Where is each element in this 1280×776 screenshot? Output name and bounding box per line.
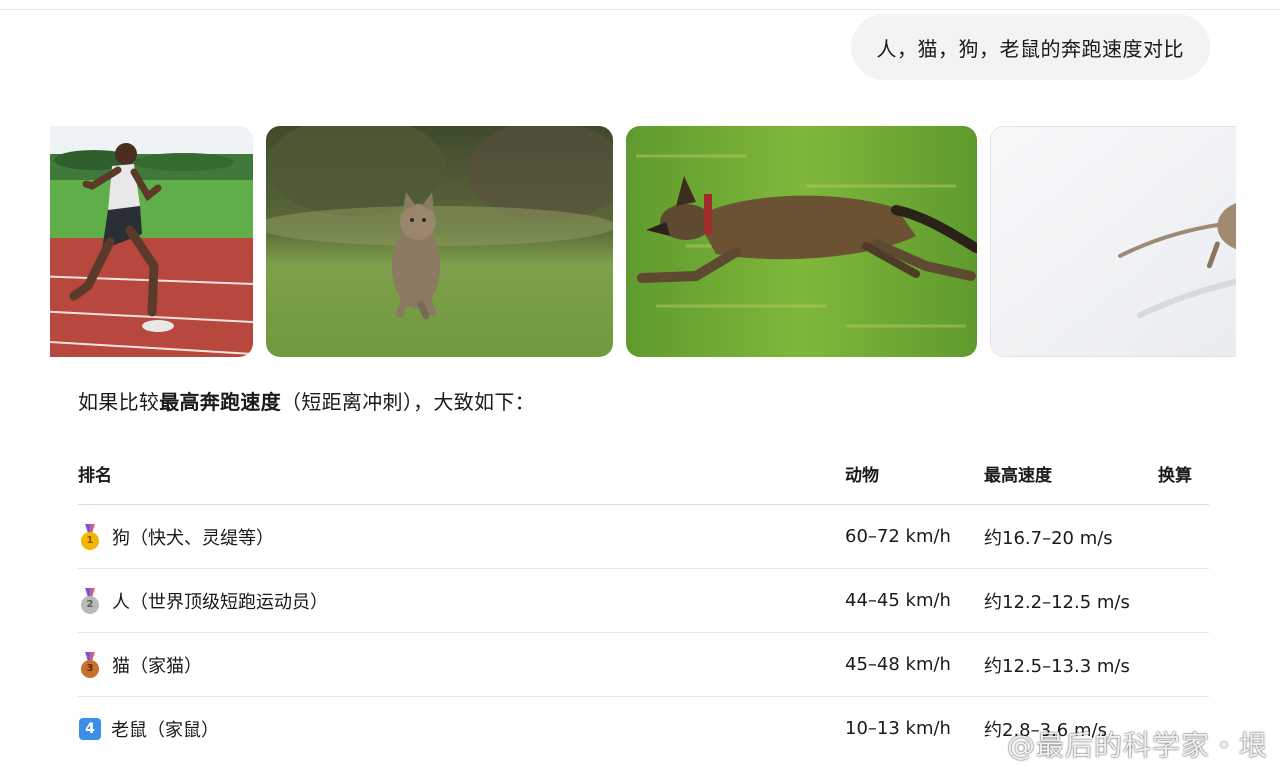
speed-comparison-table: 排名 动物 最高速度 换算 1 狗（快犬、灵缇等） 60–72 km/h 约16… xyxy=(78,442,1209,760)
row-animal-cell: 60–72 km/h xyxy=(845,526,951,547)
header-top-speed: 最高速度 xyxy=(984,465,1052,486)
row-speed-cell: 约12.5–13.3 m/s xyxy=(984,655,1130,677)
row-rank-cell: 3 猫（家猫） xyxy=(78,633,202,696)
running-mouse-image[interactable] xyxy=(990,126,1236,357)
watermark-text: @最后的科学家・垠 xyxy=(1006,729,1268,762)
watermark: @最后的科学家・垠 xyxy=(961,724,1268,764)
silver-medal-icon: 2 xyxy=(80,587,100,614)
row-speed-cell: 约12.2–12.5 m/s xyxy=(984,591,1130,613)
row-speed-cell: 约16.7–20 m/s xyxy=(984,527,1113,549)
user-message-bubble: 人，猫，狗，老鼠的奔跑速度对比 xyxy=(850,14,1210,80)
intro-bold: 最高奔跑速度 xyxy=(159,390,282,414)
gold-medal-icon: 1 xyxy=(80,523,100,550)
row-rank-text: 狗（快犬、灵缇等） xyxy=(112,527,274,549)
row-animal-cell: 45–48 km/h xyxy=(845,654,951,675)
keycap-four-icon: 4 xyxy=(79,717,101,740)
bronze-medal-icon: 3 xyxy=(80,651,100,678)
intro-suffix: （短距离冲刺），大致如下： xyxy=(281,390,535,414)
answer-intro: 如果比较最高奔跑速度（短距离冲刺），大致如下： xyxy=(78,386,535,415)
user-message-text: 人，猫，狗，老鼠的奔跑速度对比 xyxy=(876,36,1184,61)
running-cat-image[interactable] xyxy=(266,126,613,357)
header-rank: 排名 xyxy=(78,465,112,486)
row-rank-text: 老鼠（家鼠） xyxy=(111,719,219,741)
table-row: 2 人（世界顶级短跑运动员） 44–45 km/h 约12.2–12.5 m/s xyxy=(78,569,1209,633)
table-row: 1 狗（快犬、灵缇等） 60–72 km/h 约16.7–20 m/s xyxy=(78,505,1209,569)
running-dog-image[interactable] xyxy=(626,126,977,357)
top-divider xyxy=(0,9,1280,10)
row-rank-text: 人（世界顶级短跑运动员） xyxy=(112,591,328,613)
chat-page: 人，猫，狗，老鼠的奔跑速度对比 如果比较最高奔跑速度（短距离冲刺），大致如下： … xyxy=(0,0,1280,776)
table-row: 3 猫（家猫） 45–48 km/h 约12.5–13.3 m/s xyxy=(78,633,1209,697)
header-animal: 动物 xyxy=(845,465,879,486)
row-animal-cell: 44–45 km/h xyxy=(845,590,951,611)
row-rank-cell: 1 狗（快犬、灵缇等） xyxy=(78,505,274,568)
weibo-logo-icon xyxy=(961,732,999,760)
row-rank-cell: 4 老鼠（家鼠） xyxy=(78,697,219,760)
intro-prefix: 如果比较 xyxy=(78,390,160,414)
image-carousel[interactable] xyxy=(50,126,1236,357)
table-header: 排名 动物 最高速度 换算 xyxy=(78,442,1209,505)
row-rank-text: 猫（家猫） xyxy=(112,655,202,677)
human-sprinter-image[interactable] xyxy=(50,126,253,357)
row-animal-cell: 10–13 km/h xyxy=(845,718,951,739)
header-conversion: 换算 xyxy=(1158,465,1192,486)
row-rank-cell: 2 人（世界顶级短跑运动员） xyxy=(78,569,328,632)
